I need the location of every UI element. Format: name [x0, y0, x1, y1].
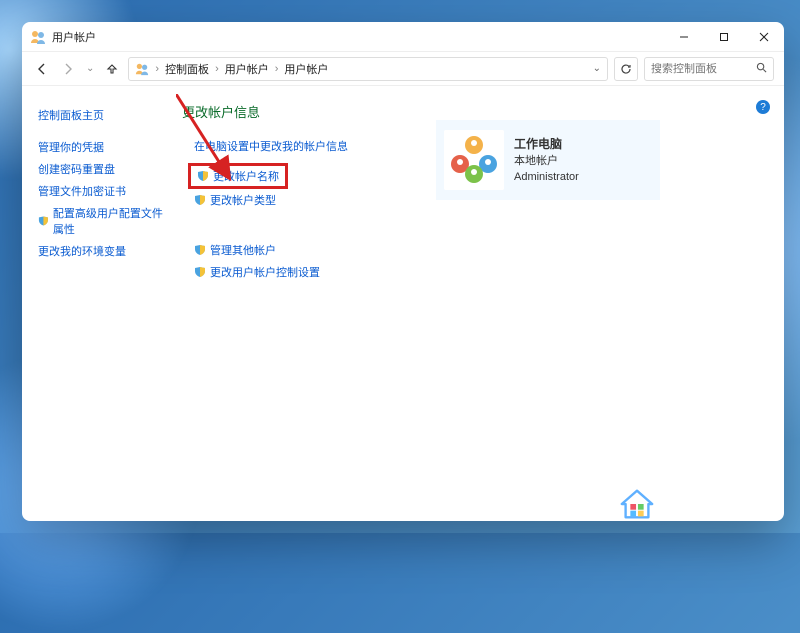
house-icon	[618, 485, 656, 523]
search-icon	[756, 62, 767, 76]
search-input[interactable]	[651, 63, 752, 75]
shield-icon	[194, 194, 206, 206]
change-uac-settings-link[interactable]: 更改用户帐户控制设置	[194, 261, 770, 283]
user-accounts-icon	[135, 62, 149, 76]
chevron-right-icon: ›	[213, 63, 221, 75]
shield-icon	[194, 266, 206, 278]
titlebar: 用户帐户	[22, 22, 784, 52]
forward-button[interactable]	[58, 59, 78, 79]
main-panel: ? 更改帐户信息 在电脑设置中更改我的帐户信息 更改帐户名称 更改帐户类型	[172, 86, 784, 521]
action-label: 管理其他帐户	[210, 242, 276, 258]
action-label: 更改用户帐户控制设置	[210, 264, 320, 280]
account-info: 工作电脑 本地帐户 Administrator	[514, 135, 579, 186]
help-icon[interactable]: ?	[756, 100, 770, 114]
breadcrumb-item[interactable]: 控制面板	[165, 61, 209, 77]
watermark-url: www.bjjmlv.com	[664, 509, 784, 520]
shield-icon	[194, 244, 206, 256]
change-account-name-link[interactable]: 更改帐户名称	[197, 168, 279, 184]
watermark: Windows 系统之家 www.bjjmlv.com	[618, 485, 784, 523]
account-card: 工作电脑 本地帐户 Administrator	[436, 120, 660, 200]
user-accounts-icon	[30, 29, 46, 45]
navigation-bar: ⌄ › 控制面板 › 用户帐户 › 用户帐户 ⌄	[22, 52, 784, 86]
breadcrumb-item[interactable]: 用户帐户	[225, 61, 269, 77]
page-heading: 更改帐户信息	[182, 102, 770, 121]
action-label: 更改帐户名称	[213, 168, 279, 184]
control-panel-window: 用户帐户 ⌄ › 控制面板 › 用户帐户 › 用户帐户 ⌄ 控制面	[22, 22, 784, 521]
history-dropdown[interactable]: ⌄	[84, 63, 96, 74]
shield-icon	[197, 170, 209, 182]
breadcrumb-item[interactable]: 用户帐户	[284, 61, 328, 77]
account-name: 工作电脑	[514, 135, 579, 153]
address-bar[interactable]: › 控制面板 › 用户帐户 › 用户帐户 ⌄	[128, 57, 608, 81]
account-avatar	[444, 130, 504, 190]
sidebar-item[interactable]: 配置高级用户配置文件属性	[38, 202, 172, 240]
chevron-down-icon[interactable]: ⌄	[593, 63, 601, 74]
account-role: Administrator	[514, 169, 579, 186]
window-controls	[664, 22, 784, 51]
watermark-brand: Windows 系统之家	[664, 489, 784, 509]
account-type: 本地帐户	[514, 153, 579, 170]
sidebar-item-label: 配置高级用户配置文件属性	[53, 205, 172, 237]
sidebar-item[interactable]: 创建密码重置盘	[38, 158, 172, 180]
shield-icon	[38, 215, 49, 227]
sidebar-item[interactable]: 管理文件加密证书	[38, 180, 172, 202]
search-box[interactable]	[644, 57, 774, 81]
sidebar-item[interactable]: 更改我的环境变量	[38, 240, 172, 262]
back-button[interactable]	[32, 59, 52, 79]
refresh-button[interactable]	[614, 57, 638, 81]
chevron-right-icon: ›	[273, 63, 281, 75]
up-button[interactable]	[102, 59, 122, 79]
control-panel-home-link[interactable]: 控制面板主页	[38, 104, 172, 126]
chevron-right-icon: ›	[153, 63, 161, 75]
close-button[interactable]	[744, 22, 784, 51]
minimize-button[interactable]	[664, 22, 704, 51]
highlight-box: 更改帐户名称	[188, 163, 288, 189]
content-area: 控制面板主页 管理你的凭据 创建密码重置盘 管理文件加密证书 配置高级用户配置文…	[22, 86, 784, 521]
manage-other-accounts-link[interactable]: 管理其他帐户	[194, 239, 770, 261]
action-label: 更改帐户类型	[210, 192, 276, 208]
sidebar-item[interactable]: 管理你的凭据	[38, 136, 172, 158]
sidebar: 控制面板主页 管理你的凭据 创建密码重置盘 管理文件加密证书 配置高级用户配置文…	[22, 86, 172, 521]
maximize-button[interactable]	[704, 22, 744, 51]
window-title: 用户帐户	[52, 29, 664, 45]
